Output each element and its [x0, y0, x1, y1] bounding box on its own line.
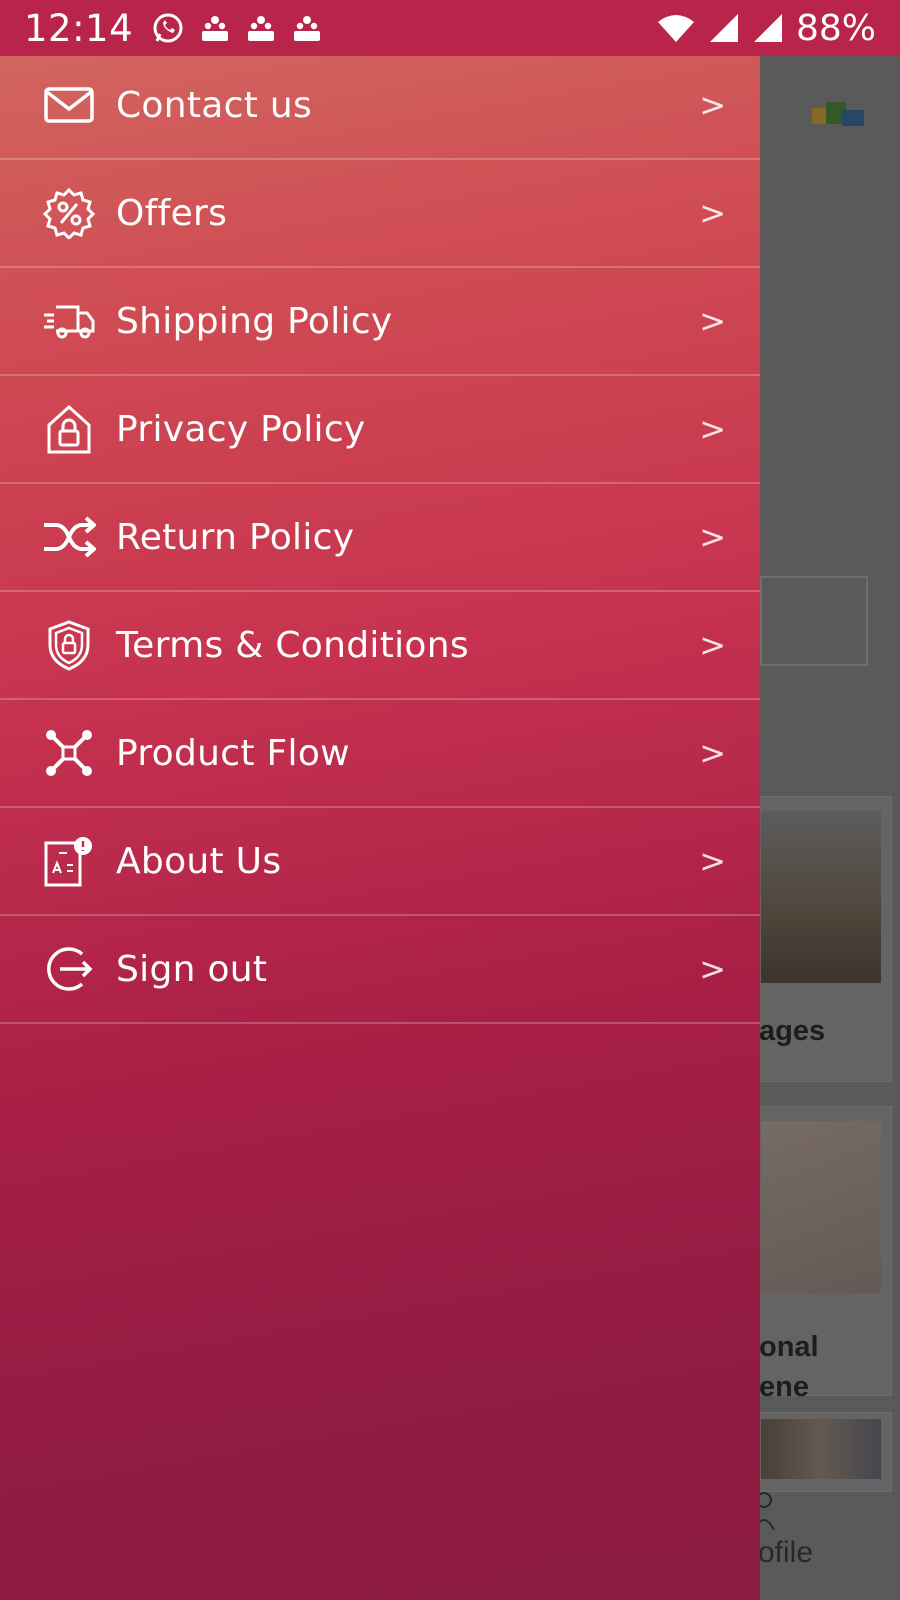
menu-item-return-policy[interactable]: Return Policy > — [0, 484, 760, 592]
whatsapp-icon — [153, 13, 183, 43]
chevron-right-icon: > — [699, 950, 726, 988]
home-lock-icon — [47, 404, 91, 454]
chevron-right-icon: > — [699, 842, 726, 880]
notification-icon — [202, 16, 229, 41]
menu-item-label: Product Flow — [116, 732, 350, 774]
chevron-right-icon: > — [699, 302, 726, 340]
menu-item-label: About Us — [116, 840, 282, 882]
menu-item-label: Terms & Conditions — [116, 624, 469, 666]
chevron-right-icon: > — [699, 626, 726, 664]
menu-item-product-flow[interactable]: Product Flow > — [0, 700, 760, 808]
battery-level: 88% — [795, 7, 876, 49]
menu-item-terms-conditions[interactable]: Terms & Conditions > — [0, 592, 760, 700]
status-bar: 12:14 88% — [0, 0, 900, 56]
menu-item-label: Sign out — [116, 948, 268, 990]
menu-item-about-us[interactable]: About Us > — [0, 808, 760, 916]
menu-item-label: Shipping Policy — [116, 300, 393, 342]
shield-lock-icon — [48, 620, 90, 671]
chevron-right-icon: > — [699, 518, 726, 556]
menu-item-privacy-policy[interactable]: Privacy Policy > — [0, 376, 760, 484]
mail-icon — [44, 87, 94, 123]
menu-item-offers[interactable]: Offers > — [0, 160, 760, 268]
notification-icon — [248, 16, 275, 41]
chevron-right-icon: > — [699, 86, 726, 124]
menu-item-shipping-policy[interactable]: Shipping Policy > — [0, 268, 760, 376]
menu-item-label: Return Policy — [116, 516, 355, 558]
shuffle-icon — [44, 516, 96, 558]
percent-badge-icon — [43, 187, 95, 239]
wifi-icon — [657, 15, 694, 42]
notification-icon — [294, 16, 321, 41]
chevron-right-icon: > — [699, 734, 726, 772]
info-card-icon — [44, 837, 92, 887]
signal-icon — [709, 14, 738, 42]
menu-item-label: Offers — [116, 192, 228, 234]
menu-item-contact-us[interactable]: Contact us > — [0, 52, 760, 160]
status-time: 12:14 — [24, 6, 134, 50]
menu-item-label: Privacy Policy — [116, 408, 366, 450]
drawer-menu: Contact us > Offers > Shipping Policy > … — [0, 52, 760, 1024]
notification-icons — [151, 11, 323, 45]
chevron-right-icon: > — [699, 194, 726, 232]
network-icon — [46, 730, 92, 776]
delivery-truck-icon — [44, 305, 95, 339]
navigation-drawer: Contact us > Offers > Shipping Policy > … — [0, 52, 760, 1600]
menu-item-label: Contact us — [116, 84, 313, 126]
chevron-right-icon: > — [699, 410, 726, 448]
menu-item-sign-out[interactable]: Sign out > — [0, 916, 760, 1024]
sign-out-icon — [47, 947, 93, 991]
signal-icon — [753, 14, 782, 42]
